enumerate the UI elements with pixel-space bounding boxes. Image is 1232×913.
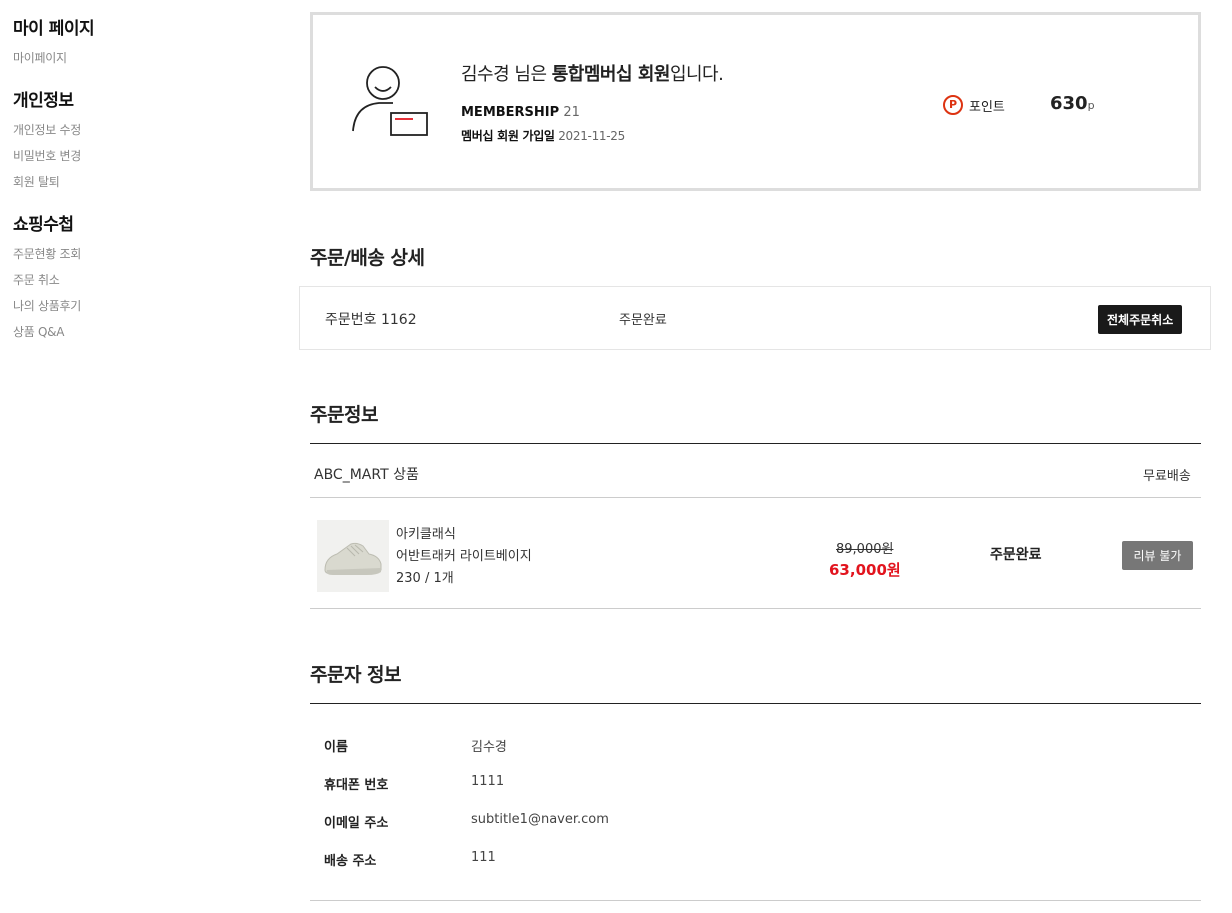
divider [310, 608, 1201, 609]
member-avatar-icon [352, 66, 428, 136]
sidebar-item-mypage[interactable]: 마이페이지 [13, 49, 213, 66]
info-value: 1111 [471, 774, 505, 789]
shoe-icon [317, 520, 389, 592]
sidebar-group-title: 개인정보 [13, 91, 74, 111]
sidebar-item-product-qna[interactable]: 상품 Q&A [13, 323, 213, 340]
order-detail-title: 주문/배송 상세 [310, 247, 425, 269]
greeting-membership: 통합멤버십 회원 [551, 64, 671, 85]
info-value: subtitle1@naver.com [471, 812, 609, 827]
sidebar-item-my-reviews[interactable]: 나의 상품후기 [13, 297, 213, 314]
sidebar: 마이 페이지 마이페이지 개인정보 개인정보 수정 비밀번호 변경 회원 탈퇴 … [13, 14, 213, 360]
sidebar-item-change-password[interactable]: 비밀번호 변경 [13, 147, 213, 164]
info-label: 이름 [324, 740, 348, 755]
shipping-fee: 무료배송 [1143, 469, 1191, 484]
sale-price: 63,000원 [829, 561, 901, 579]
divider [310, 443, 1201, 444]
info-value: 111 [471, 850, 496, 865]
info-label: 배송 주소 [324, 854, 377, 869]
point-icon: P [943, 95, 963, 115]
cancel-all-orders-button[interactable]: 전체주문취소 [1098, 305, 1183, 334]
sidebar-group-title: 쇼핑수첩 [13, 215, 74, 235]
product-brand: 아키클래식 [396, 527, 456, 542]
sidebar-item-order-status[interactable]: 주문현황 조회 [13, 245, 213, 262]
membership-card: 김수경 님은 통합멤버십 회원입니다. MEMBERSHIP 21 멤버십 회원… [310, 12, 1201, 191]
membership-label: MEMBERSHIP [461, 105, 560, 120]
item-status: 주문완료 [990, 547, 1042, 563]
original-price: 89,000원 [836, 542, 894, 557]
order-number: 주문번호 1162 [325, 312, 417, 328]
sidebar-item-edit-profile[interactable]: 개인정보 수정 [13, 121, 213, 138]
greeting-name: 김수경 님은 [461, 64, 552, 85]
product-name[interactable]: 어반트래커 라이트베이지 [396, 545, 532, 564]
sidebar-group-shopping: 쇼핑수첩 주문현황 조회 주문 취소 나의 상품후기 상품 Q&A [13, 210, 213, 340]
join-date-value: 2021-11-25 [558, 129, 625, 143]
order-status: 주문완료 [619, 313, 667, 328]
orderer-info-title: 주문자 정보 [310, 664, 402, 686]
sidebar-item-withdraw[interactable]: 회원 탈퇴 [13, 173, 213, 190]
sidebar-group-mypage: 마이 페이지 마이페이지 [13, 14, 213, 66]
greeting-suffix: 입니다. [669, 64, 724, 85]
point-amount: 630 [1050, 93, 1088, 114]
sidebar-item-order-cancel[interactable]: 주문 취소 [13, 271, 213, 288]
divider [310, 703, 1201, 704]
sidebar-group-personal: 개인정보 개인정보 수정 비밀번호 변경 회원 탈퇴 [13, 86, 213, 190]
store-name: ABC_MART 상품 [314, 467, 419, 483]
product-option: 230 / 1개 [396, 571, 454, 586]
product-image[interactable] [317, 520, 389, 592]
info-label: 이메일 주소 [324, 816, 389, 831]
join-date: 멤버십 회원 가입일 2021-11-25 [461, 127, 625, 144]
divider [310, 497, 1201, 498]
point-unit: p [1087, 99, 1095, 112]
order-info-title: 주문정보 [310, 404, 378, 426]
order-summary-bar: 주문번호 1162 주문완료 전체주문취소 [299, 286, 1211, 350]
join-date-label: 멤버십 회원 가입일 [461, 129, 555, 143]
review-button[interactable]: 리뷰 불가 [1122, 541, 1193, 570]
member-greeting: 김수경 님은 통합멤버십 회원입니다. [461, 60, 724, 86]
membership-level: MEMBERSHIP 21 [461, 105, 580, 120]
sidebar-title: 마이 페이지 [13, 19, 95, 39]
point-value: 630p [1050, 93, 1095, 114]
membership-value: 21 [563, 105, 580, 120]
divider [310, 900, 1201, 901]
info-label: 휴대폰 번호 [324, 778, 389, 793]
point-label: 포인트 [969, 100, 1005, 115]
info-value: 김수경 [471, 740, 507, 755]
